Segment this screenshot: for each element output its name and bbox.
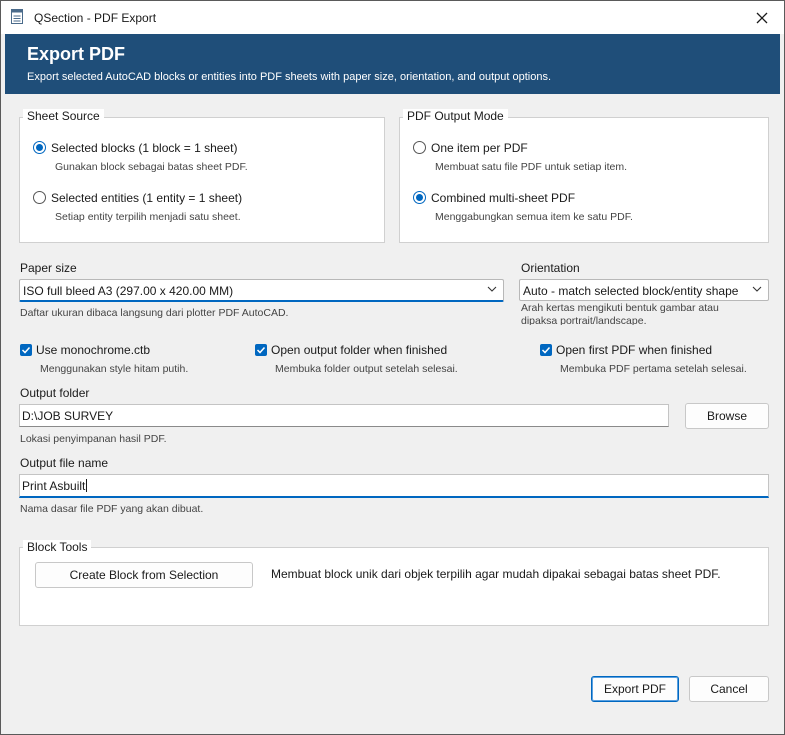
sheet-source-group	[19, 117, 385, 243]
sheet-source-label: Sheet Source	[23, 109, 104, 123]
checkbox-open-first-pdf-label[interactable]: Open first PDF when finished	[556, 343, 712, 357]
output-file-label: Output file name	[20, 456, 109, 470]
orientation-hint-clip: Arah kertas mengikuti bentuk gambar atau…	[521, 301, 771, 325]
radio-one-item-per-pdf-label[interactable]: One item per PDF	[431, 141, 528, 155]
header-title: Export PDF	[27, 44, 126, 64]
radio-selected-blocks-label[interactable]: Selected blocks (1 block = 1 sheet)	[51, 141, 237, 155]
checkbox-open-first-pdf[interactable]	[540, 344, 552, 356]
output-mode-label: PDF Output Mode	[403, 109, 508, 123]
radio-combined-pdf-label[interactable]: Combined multi-sheet PDF	[431, 191, 575, 205]
radio-selected-entities[interactable]	[33, 191, 46, 204]
chevron-down-icon	[487, 286, 497, 292]
paper-size-select[interactable]: ISO full bleed A3 (297.00 x 420.00 MM)	[19, 279, 504, 302]
title-bar[interactable]: QSection - PDF Export	[1, 1, 784, 34]
output-folder-label: Output folder	[20, 386, 90, 400]
close-icon[interactable]	[748, 5, 776, 31]
radio-selected-entities-hint: Setiap entity terpilih menjadi satu shee…	[55, 211, 241, 223]
app-document-icon	[11, 9, 23, 24]
output-file-hint: Nama dasar file PDF yang akan dibuat.	[20, 503, 204, 515]
output-folder-hint: Lokasi penyimpanan hasil PDF.	[20, 433, 167, 445]
checkbox-monochrome[interactable]	[20, 344, 32, 356]
export-pdf-button[interactable]: Export PDF	[591, 676, 679, 702]
radio-one-item-per-pdf-hint: Membuat satu file PDF untuk setiap item.	[435, 161, 627, 173]
orientation-select[interactable]: Auto - match selected block/entity shape	[519, 279, 769, 301]
chevron-down-icon	[752, 286, 762, 292]
output-file-value: Print Asbuilt	[22, 479, 86, 493]
create-block-button[interactable]: Create Block from Selection	[35, 562, 253, 588]
checkmark-icon	[21, 346, 31, 354]
block-tools-label: Block Tools	[23, 540, 92, 554]
header-subtitle: Export selected AutoCAD blocks or entiti…	[27, 71, 552, 83]
radio-one-item-per-pdf[interactable]	[413, 141, 426, 154]
orientation-label: Orientation	[521, 261, 580, 275]
browse-button[interactable]: Browse	[685, 403, 769, 429]
output-mode-group	[399, 117, 769, 243]
block-tools-description: Membuat block unik dari objek terpilih a…	[271, 567, 721, 581]
paper-size-hint: Daftar ukuran dibaca langsung dari plott…	[20, 307, 289, 319]
checkmark-icon	[256, 346, 266, 354]
window-title: QSection - PDF Export	[34, 11, 157, 25]
orientation-hint-line2: dipaksa portrait/landscape.	[521, 315, 647, 325]
export-pdf-dialog: QSection - PDF Export Export PDF Export …	[0, 0, 785, 735]
output-folder-value: D:\JOB SURVEY	[22, 409, 114, 423]
checkbox-open-first-pdf-hint: Membuka PDF pertama setelah selesai.	[560, 363, 747, 375]
output-file-input[interactable]: Print Asbuilt	[19, 474, 769, 498]
radio-selected-blocks-hint: Gunakan block sebagai batas sheet PDF.	[55, 161, 248, 173]
checkbox-open-folder[interactable]	[255, 344, 267, 356]
paper-size-value: ISO full bleed A3 (297.00 x 420.00 MM)	[23, 284, 234, 298]
checkbox-monochrome-label[interactable]: Use monochrome.ctb	[36, 343, 150, 357]
radio-selected-entities-label[interactable]: Selected entities (1 entity = 1 sheet)	[51, 191, 242, 205]
cancel-button[interactable]: Cancel	[689, 676, 769, 702]
header-banner: Export PDF Export selected AutoCAD block…	[5, 34, 780, 94]
checkbox-monochrome-hint: Menggunakan style hitam putih.	[40, 363, 189, 375]
checkbox-open-folder-hint: Membuka folder output setelah selesai.	[275, 363, 458, 375]
orientation-hint-line1: Arah kertas mengikuti bentuk gambar atau	[521, 302, 719, 314]
radio-combined-pdf[interactable]	[413, 191, 426, 204]
paper-size-label: Paper size	[20, 261, 77, 275]
output-folder-input[interactable]: D:\JOB SURVEY	[19, 404, 669, 427]
radio-combined-pdf-hint: Menggabungkan semua item ke satu PDF.	[435, 211, 633, 223]
orientation-value: Auto - match selected block/entity shape	[523, 284, 739, 298]
output-file-value-wrap: Print Asbuilt	[22, 479, 88, 493]
text-caret	[86, 479, 88, 492]
radio-selected-blocks[interactable]	[33, 141, 46, 154]
checkbox-open-folder-label[interactable]: Open output folder when finished	[271, 343, 447, 357]
checkmark-icon	[541, 346, 551, 354]
